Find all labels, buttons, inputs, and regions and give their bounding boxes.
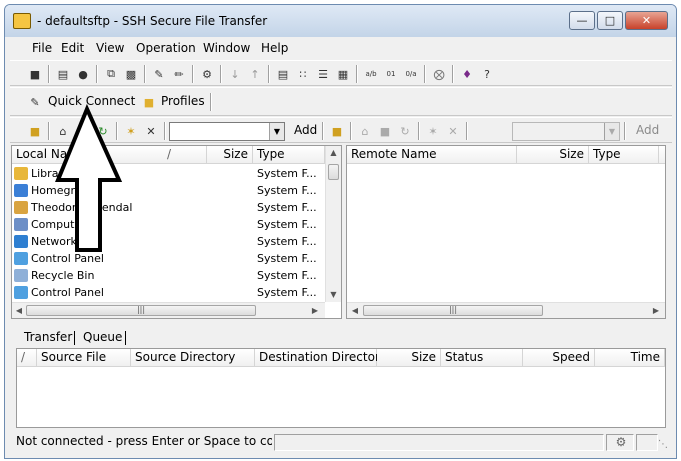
annotation-arrow (55, 103, 123, 252)
annotation-arrow-overlay (55, 103, 123, 252)
